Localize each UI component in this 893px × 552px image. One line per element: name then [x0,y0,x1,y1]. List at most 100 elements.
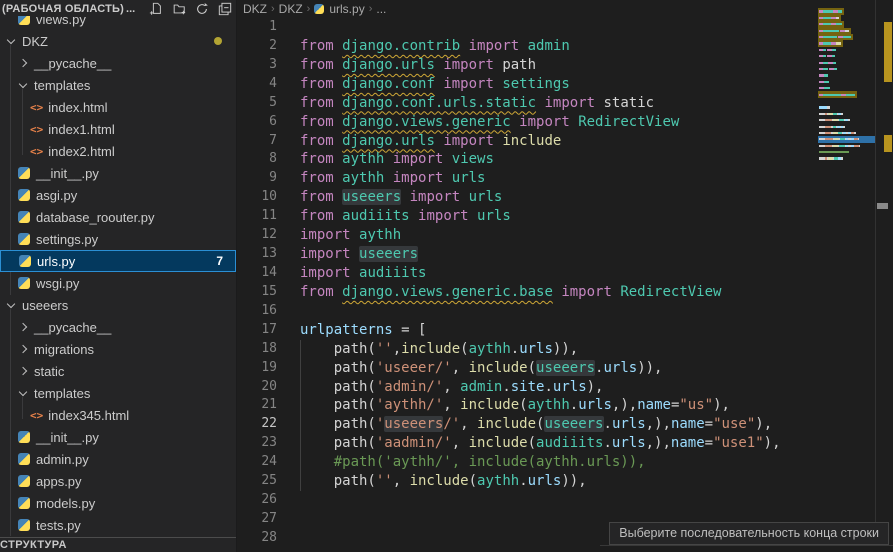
code-token: )), [553,341,578,357]
code-token: path( [300,379,376,395]
breadcrumb-item[interactable]: ... [376,2,386,16]
python-file-icon [18,277,30,289]
code-line[interactable]: 11from audiiits import urls [237,207,818,226]
code-line[interactable]: 8from aythh import views [237,150,818,169]
line-number: 28 [237,529,277,548]
code-token: import [410,189,469,205]
code-line[interactable]: 2from django.contrib import admin [237,37,818,56]
code-token: )), [637,360,662,376]
tree-item--pycache-[interactable]: __pycache__ [0,52,236,74]
code-line[interactable]: 14import audiiits [237,264,818,283]
tooltip-text: Выберите последовательность конца строки [619,526,879,540]
breadcrumb-item[interactable]: DKZ [243,2,267,16]
code-line[interactable]: 22 path('useeers/', include(useeers.urls… [237,415,818,434]
code-line[interactable]: 24 #path('aythh/', include(aythh.urls)), [237,453,818,472]
tree-item-models-py[interactable]: models.py [0,492,236,514]
new-file-icon[interactable] [149,2,163,16]
outline-section-header[interactable]: СТРУКТУРА [0,537,236,552]
code-token: from [300,284,342,300]
code-line[interactable]: 9from aythh import urls [237,169,818,188]
line-content: from django.urls import path [277,56,536,75]
more-actions-icon[interactable]: ... [126,3,135,15]
code-line[interactable]: 26 [237,491,818,510]
explorer-section-header[interactable]: (РАБОЧАЯ ОБЛАСТЬ) ... [0,0,236,16]
code-line[interactable]: 19 path('useeer/', include(useeers.urls)… [237,359,818,378]
code-line[interactable]: 6from django.views.generic import Redire… [237,113,818,132]
breadcrumb-item[interactable]: urls.py [329,2,364,16]
tree-item-apps-py[interactable]: apps.py [0,470,236,492]
tree-item-asgi-py[interactable]: asgi.py [0,184,236,206]
problems-badge: 7 [216,254,223,268]
code-line[interactable]: 20 path('admin/', admin.site.urls), [237,378,818,397]
code-token: django.conf.urls.static [342,95,536,111]
tree-item-index1-html[interactable]: <>index1.html [0,118,236,140]
line-number: 18 [237,340,277,359]
line-number: 22 [237,415,277,434]
tree-item-dkz[interactable]: DKZ [0,30,236,52]
code-line[interactable]: 5from django.conf.urls.static import sta… [237,94,818,113]
tree-item-urls-py[interactable]: urls.py7 [0,250,236,272]
code-token: urls [578,397,612,413]
python-file-icon [18,189,30,201]
code-line[interactable]: 15from django.views.generic.base import … [237,283,818,302]
code-token [460,38,468,54]
tree-item-templates[interactable]: templates [0,74,236,96]
code-token: from [300,170,342,186]
line-content: path('aythh/', include(aythh.urls,),name… [277,396,730,415]
code-line[interactable]: 1 [237,18,818,37]
code-line[interactable]: 13import useeers [237,245,818,264]
workspace-title: (РАБОЧАЯ ОБЛАСТЬ) [2,3,124,15]
cursor-mark-line22 [877,203,888,209]
tree-item-templates[interactable]: templates [0,382,236,404]
tree-item--init-py[interactable]: __init__.py [0,426,236,448]
code-line[interactable]: 23 path('aadmin/', include(audiiits.urls… [237,434,818,453]
line-content: path('', include(aythh.urls)), [277,472,587,491]
new-folder-icon[interactable] [172,2,186,16]
tree-item-label: asgi.py [36,188,77,203]
refresh-icon[interactable] [195,2,209,16]
code-line[interactable]: 16 [237,302,818,321]
tree-item--init-py[interactable]: __init__.py [0,162,236,184]
code-token: ), [587,379,604,395]
code-line[interactable]: 25 path('', include(aythh.urls)), [237,472,818,491]
code-line[interactable]: 7from django.urls import include [237,132,818,151]
tree-item-database-roouter-py[interactable]: database_roouter.py [0,206,236,228]
tree-item-migrations[interactable]: migrations [0,338,236,360]
tree-item-wsgi-py[interactable]: wsgi.py [0,272,236,294]
tree-item-settings-py[interactable]: settings.py [0,228,236,250]
code-token: useeers [544,416,603,432]
code-token: audiiits [342,208,409,224]
tree-item--pycache-[interactable]: __pycache__ [0,316,236,338]
breadcrumb-separator-icon: › [368,3,374,15]
tree-item-useeers[interactable]: useeers [0,294,236,316]
warning-marks-imports [884,22,892,82]
code-line[interactable]: 17urlpatterns = [ [237,321,818,340]
code-line[interactable]: 3from django.urls import path [237,56,818,75]
code-token: urls [603,360,637,376]
collapse-all-icon[interactable] [218,2,232,16]
code-token: ,), [612,397,637,413]
code-line[interactable]: 10from useeers import urls [237,188,818,207]
code-line[interactable]: 18 path('',include(aythh.urls)), [237,340,818,359]
tree-item-index2-html[interactable]: <>index2.html [0,140,236,162]
line-number: 24 [237,453,277,472]
tree-item-tests-py[interactable]: tests.py [0,514,236,536]
tree-item-static[interactable]: static [0,360,236,382]
overview-ruler[interactable] [875,0,893,552]
code-token: , [393,341,401,357]
breadcrumb-item[interactable]: DKZ [279,2,303,16]
code-line[interactable]: 12import aythh [237,226,818,245]
code-line[interactable]: 21 path('aythh/', include(aythh.urls,),n… [237,396,818,415]
line-content [277,302,300,321]
tree-item-admin-py[interactable]: admin.py [0,448,236,470]
code-line[interactable]: 4from django.conf import settings [237,75,818,94]
code-token: settings [502,76,569,92]
code-token: , [460,416,477,432]
tree-item-index-html[interactable]: <>index.html [0,96,236,118]
breadcrumb[interactable]: DKZ›DKZ›urls.py›... [237,0,893,18]
code-token: include [477,416,536,432]
code-token: 'aadmin/' [376,435,452,451]
minimap[interactable] [818,0,875,552]
line-content: path('useeer/', include(useeers.urls)), [277,359,663,378]
tree-item-index345-html[interactable]: <>index345.html [0,404,236,426]
